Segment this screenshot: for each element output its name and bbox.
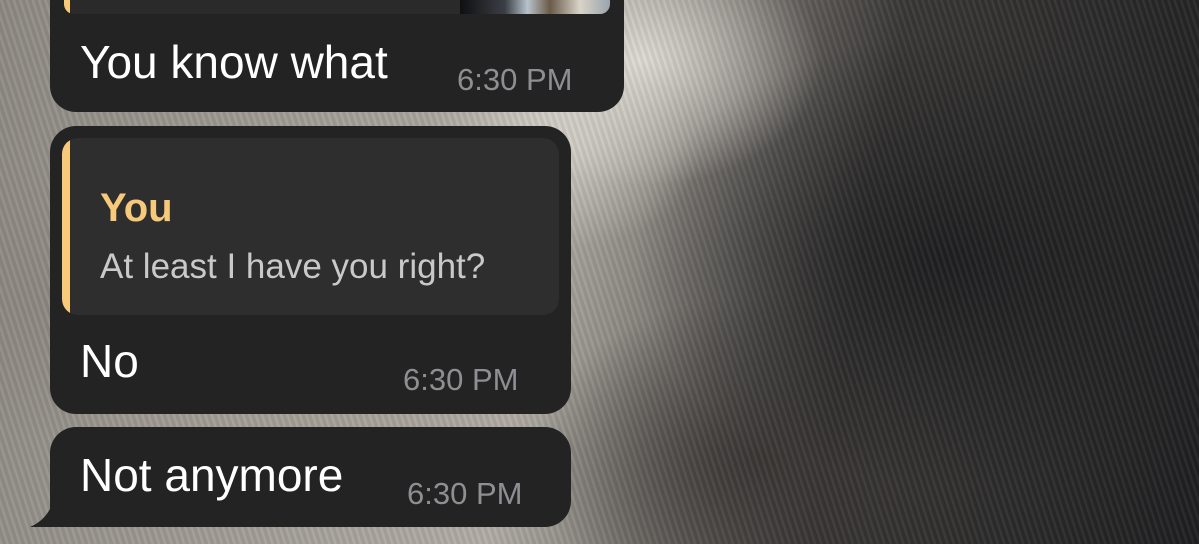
message-text: Not anymore — [80, 449, 344, 501]
message-bubble-incoming[interactable]: You know what 6:30 PM — [50, 0, 624, 112]
reply-quoted-text: At least I have you right? — [100, 247, 486, 286]
media-thumbnail[interactable] — [460, 0, 610, 14]
message-timestamp: 6:30 PM — [403, 362, 519, 397]
message-text: You know what — [80, 36, 388, 88]
message-text: No — [80, 335, 139, 387]
reply-author: You — [100, 186, 173, 230]
message-timestamp: 6:30 PM — [407, 476, 523, 511]
message-bubble-incoming[interactable]: Not anymore 6:30 PM — [30, 427, 571, 527]
message-bubble-incoming[interactable]: You At least I have you right? No 6:30 P… — [50, 126, 571, 414]
reply-accent-bar — [62, 138, 70, 315]
reply-preview[interactable]: You At least I have you right? — [62, 138, 559, 315]
attached-media-preview[interactable] — [64, 0, 610, 14]
reply-accent-bar — [64, 0, 70, 14]
message-timestamp: 6:30 PM — [457, 62, 573, 97]
bubble-tail-icon — [30, 487, 70, 527]
